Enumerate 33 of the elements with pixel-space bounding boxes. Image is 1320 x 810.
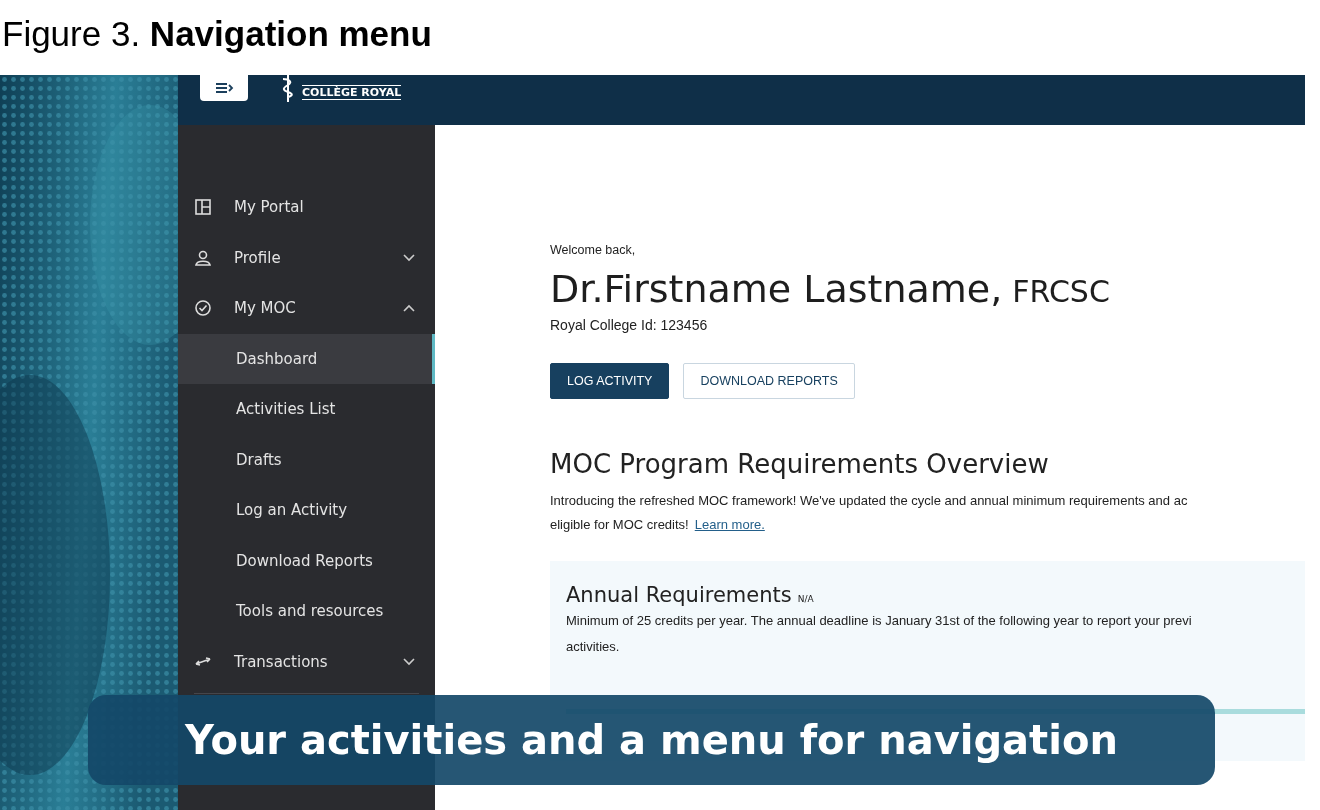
nav-item[interactable]: My MOC	[178, 283, 435, 334]
nav-subitem[interactable]: Drafts	[178, 434, 435, 485]
nav-subitem[interactable]: Log an Activity	[178, 485, 435, 536]
user-name: Dr.Firstname Lastname,	[550, 267, 1003, 311]
grid-icon	[194, 198, 212, 217]
person-icon	[194, 248, 212, 267]
nav-item[interactable]: My Portal	[178, 182, 435, 233]
card-text: Minimum of 25 credits per year. The annual deadline is January 31st of the following year to report your previ	[566, 612, 1193, 630]
nav-subitem[interactable]: Tools and resources	[178, 586, 435, 637]
menu-icon	[214, 82, 234, 94]
nav-item[interactable]: Transactions	[178, 636, 435, 687]
section-title: MOC Program Requirements Overview	[550, 449, 1050, 479]
nav-subitem[interactable]: Activities List	[178, 384, 435, 435]
card-title: Annual Requirements	[566, 583, 792, 607]
nav-subitem[interactable]: Dashboard	[178, 333, 435, 384]
logo-text: COLLÈGE ROYAL	[302, 84, 402, 100]
caduceus-icon	[280, 75, 296, 103]
log-activity-button[interactable]: LOG ACTIVITY	[550, 363, 670, 399]
check-circle-icon	[194, 299, 212, 318]
intro-text: Introducing the refreshed MOC framework! We've updated the cycle and annual minimum requirements and ac	[550, 493, 1188, 508]
download-reports-button[interactable]: DOWNLOAD REPORTS	[683, 363, 855, 399]
card-text: activities.	[566, 638, 621, 656]
nav-item[interactable]: Profile	[178, 232, 435, 283]
status-tag: N/A	[797, 594, 814, 604]
learn-more-link[interactable]: Learn more.	[694, 517, 765, 532]
menu-button[interactable]	[200, 75, 248, 101]
greeting: Welcome back,	[550, 243, 637, 257]
intro-text: eligible for MOC credits!	[550, 517, 689, 532]
banner-text: Your activities and a menu for navigation	[185, 717, 1118, 763]
figure-caption: Figure 3. Navigation menu	[2, 14, 432, 53]
id-line: Royal College Id: 123456	[550, 317, 709, 333]
nav-subitem[interactable]: Download Reports	[178, 535, 435, 586]
designation: FRCSC	[1012, 274, 1110, 309]
